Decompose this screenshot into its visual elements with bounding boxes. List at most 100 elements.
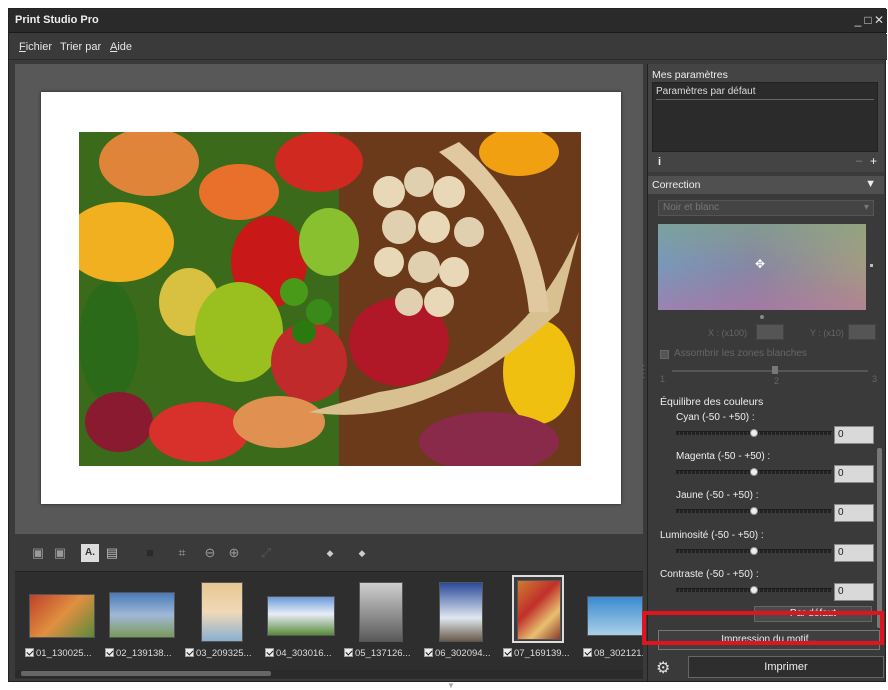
slider-max-label: 3 (872, 374, 878, 384)
darken-slider-knob[interactable] (772, 366, 778, 374)
thumbnail-image (201, 582, 243, 642)
app-title: Print Studio Pro (15, 14, 99, 26)
filename: 05_137126... (355, 648, 411, 659)
thumbnail-label-06[interactable]: 06_302094... (424, 648, 490, 659)
highlight-box (642, 611, 884, 645)
thumbnail-label-01[interactable]: 01_130025... (25, 648, 91, 659)
scrollbar-thumb[interactable] (21, 671, 271, 676)
check-icon[interactable] (185, 648, 194, 657)
image-tool-icon[interactable]: ▤ (103, 544, 121, 562)
luminosite-value-field[interactable]: 0 (834, 544, 874, 562)
luminosite-slider-knob[interactable] (750, 547, 758, 555)
contraste-value-field[interactable]: 0 (834, 583, 874, 601)
thumbnail-label-04[interactable]: 04_303016... (265, 648, 331, 659)
check-icon[interactable] (344, 648, 353, 657)
mode-select[interactable]: Noir et blanc ▾ (658, 200, 874, 216)
thumbnail-image (359, 582, 403, 642)
check-icon[interactable] (265, 648, 274, 657)
thumbnail-label-02[interactable]: 02_139138... (105, 648, 171, 659)
filename: 06_302094... (435, 648, 491, 659)
add-setting-button[interactable]: + (870, 154, 877, 168)
thumbnail-image (109, 592, 175, 638)
layout-1-icon[interactable]: ▣ (29, 544, 47, 562)
filename: 03_209325... (196, 648, 252, 659)
menu-trier-par[interactable]: Trier par (60, 41, 101, 53)
darken-whites-label: Assombrir les zones blanches (674, 348, 807, 359)
rect-icon[interactable]: ■ (141, 544, 159, 562)
gear-icon[interactable]: ⚙ (656, 658, 670, 678)
y-label: Y : (x10) (810, 328, 844, 338)
x-label: X : (x100) (708, 328, 748, 338)
magenta-label: Magenta (-50 - +50) : (676, 451, 771, 462)
filename: 02_139138... (116, 648, 172, 659)
thumbnail-label-03[interactable]: 03_209325... (185, 648, 251, 659)
filename: 04_303016... (276, 648, 332, 659)
cyan-label: Cyan (-50 - +50) : (676, 412, 755, 423)
crop-icon[interactable]: ⌗ (173, 544, 191, 562)
arrow-right-icon[interactable]: ◆ (353, 544, 371, 562)
zoom-in-icon[interactable]: ⊕ (225, 544, 243, 562)
check-icon[interactable] (105, 648, 114, 657)
color-balance-title: Équilibre des couleurs (660, 396, 764, 408)
remove-setting-button[interactable]: – (856, 155, 862, 167)
mode-value: Noir et blanc (663, 202, 720, 213)
thumbnail-strip: 01_130025... 02_139138... 03_209325... 0… (15, 571, 643, 679)
my-settings-section: Mes paramètres Paramètres par défaut i –… (648, 64, 884, 172)
pad-marker (760, 315, 764, 319)
pad-marker (870, 264, 873, 267)
print-button[interactable]: Imprimer (688, 656, 884, 678)
bottom-splitter-icon[interactable]: ▼ (447, 681, 455, 690)
contraste-slider-knob[interactable] (750, 586, 758, 594)
magenta-value-field[interactable]: 0 (834, 465, 874, 483)
title-bar: Print Studio Pro _ □ ✕ (9, 9, 887, 33)
print-preview-area (15, 64, 643, 534)
menu-bar: Fichier Trier par Aide (9, 34, 887, 60)
slider-min-label: 1 (660, 374, 666, 384)
collapse-arrow-icon[interactable]: ▼ (865, 178, 876, 190)
fit-icon[interactable]: ⤢ (257, 544, 275, 562)
thumbnail-label-05[interactable]: 05_137126... (344, 648, 410, 659)
thumbnail-image (517, 580, 561, 640)
vegetable-photo[interactable] (79, 132, 581, 466)
check-icon[interactable] (25, 648, 34, 657)
jaune-value-field[interactable]: 0 (834, 504, 874, 522)
darken-slider[interactable] (672, 370, 868, 372)
info-icon[interactable]: i (658, 156, 661, 168)
close-button[interactable]: ✕ (872, 12, 886, 28)
paper-preview (41, 92, 621, 504)
color-adjust-pad[interactable]: ✥ (658, 224, 866, 310)
app-window: Print Studio Pro _ □ ✕ Fichier Trier par… (8, 8, 887, 690)
magenta-slider-knob[interactable] (750, 468, 758, 476)
jaune-label: Jaune (-50 - +50) : (676, 490, 759, 501)
correction-header[interactable]: Correction ▼ (648, 176, 884, 194)
darken-whites-checkbox[interactable] (660, 350, 669, 359)
layout-2-icon[interactable]: ▣ (51, 544, 69, 562)
x-field[interactable] (756, 324, 784, 340)
y-field[interactable] (848, 324, 876, 340)
text-icon[interactable]: A. (81, 544, 99, 562)
horizontal-scrollbar[interactable] (15, 670, 643, 678)
cyan-value-field[interactable]: 0 (834, 426, 874, 444)
settings-item-default[interactable]: Paramètres par défaut (656, 86, 874, 100)
correction-title: Correction (652, 179, 701, 191)
check-icon[interactable] (424, 648, 433, 657)
right-panel: Mes paramètres Paramètres par défaut i –… (647, 64, 884, 681)
contraste-label: Contraste (-50 - +50) : (660, 569, 759, 580)
check-icon[interactable] (583, 648, 592, 657)
menu-aide[interactable]: Aide (110, 41, 132, 53)
zoom-out-icon[interactable]: ⊖ (201, 544, 219, 562)
pad-cursor-icon[interactable]: ✥ (754, 258, 766, 270)
slider-mid-label: 2 (774, 376, 780, 386)
panel-scrollbar[interactable] (877, 448, 882, 628)
thumbnail-label-08[interactable]: 08_302121... (583, 648, 643, 659)
arrow-left-icon[interactable]: ◆ (321, 544, 339, 562)
cyan-slider-knob[interactable] (750, 429, 758, 437)
jaune-slider-knob[interactable] (750, 507, 758, 515)
thumbnail-image (267, 596, 335, 636)
thumbnail-label-07[interactable]: 07_169139... (503, 648, 569, 659)
check-icon[interactable] (503, 648, 512, 657)
filename: 07_169139... (514, 648, 570, 659)
thumbnail-image (29, 594, 95, 638)
menu-fichier[interactable]: Fichier (19, 41, 52, 53)
my-settings-list[interactable]: Paramètres par défaut (652, 82, 878, 152)
